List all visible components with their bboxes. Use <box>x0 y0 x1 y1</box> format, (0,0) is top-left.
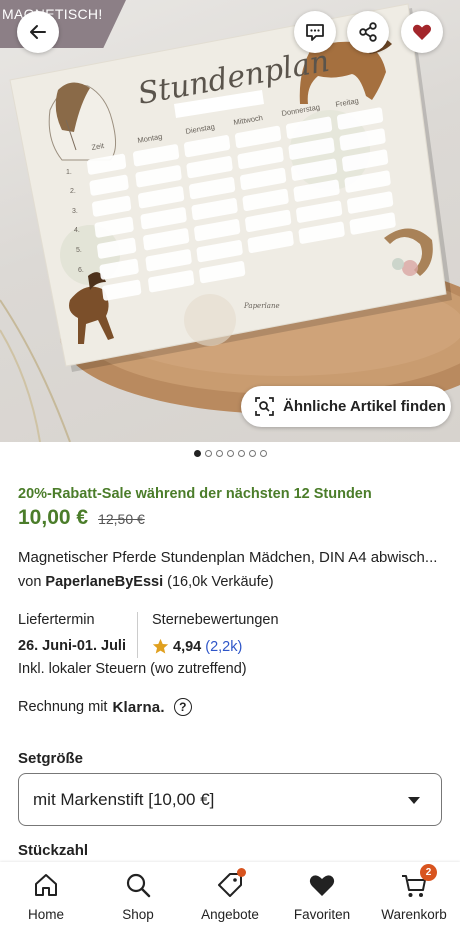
svg-text:5.: 5. <box>76 247 82 254</box>
info-divider <box>137 612 138 658</box>
message-button[interactable] <box>294 11 336 53</box>
rating-value: 4,94 <box>173 638 202 655</box>
carousel-dot[interactable] <box>237 450 245 457</box>
delivery-info: Liefertermin 26. Juni-01. Juli <box>18 612 126 654</box>
heart-icon <box>309 875 335 896</box>
nav-deals-label: Angebote <box>201 907 259 922</box>
nav-home-label: Home <box>27 907 64 922</box>
seller-link[interactable]: PaperlaneByEssi <box>45 574 163 590</box>
nav-deals[interactable]: Angebote <box>184 868 276 922</box>
svg-text:2.: 2. <box>70 188 76 195</box>
bottom-navigation: Home Shop Angebote Favoriten 2 Warenkorb <box>0 862 460 951</box>
image-carousel-dots[interactable] <box>0 450 460 457</box>
help-icon[interactable]: ? <box>173 698 192 716</box>
deals-notification-dot <box>237 868 246 877</box>
chevron-down-icon <box>408 797 420 804</box>
product-title[interactable]: Magnetischer Pferde Stundenplan Mädchen,… <box>18 549 437 566</box>
tax-note: Inkl. lokaler Steuern (wo zutreffend) <box>18 661 247 677</box>
carousel-dot[interactable] <box>215 450 223 457</box>
rating-info[interactable]: Sternebewertungen 4,94 (2,2k) <box>152 612 279 655</box>
svg-text:1.: 1. <box>66 169 72 176</box>
find-similar-label: Ähnliche Artikel finden <box>283 398 446 415</box>
visual-search-icon <box>255 397 274 416</box>
share-button[interactable] <box>347 11 389 53</box>
nav-cart[interactable]: 2 Warenkorb <box>368 864 460 922</box>
cart-count-badge: 2 <box>420 864 437 881</box>
seller-sales: (16,0k Verkäufe) <box>167 574 274 590</box>
klarna-prefix: Rechnung mit <box>18 699 108 715</box>
seller-prefix: von <box>18 574 42 590</box>
arrow-left-icon <box>30 25 46 39</box>
svg-text:Paperlane: Paperlane <box>243 302 280 310</box>
svg-text:6.: 6. <box>78 267 84 274</box>
set-size-select[interactable]: mit Markenstift [10,00 €] <box>18 773 442 826</box>
carousel-dot[interactable] <box>193 450 201 457</box>
back-button[interactable] <box>17 11 59 53</box>
carousel-dot[interactable] <box>226 450 234 457</box>
nav-cart-label: Warenkorb <box>381 907 447 922</box>
klarna-logo: Klarna. <box>112 698 165 716</box>
nav-shop-label: Shop <box>122 907 154 922</box>
home-icon <box>35 874 57 896</box>
carousel-dot[interactable] <box>204 450 212 457</box>
delivery-date: 26. Juni-01. Juli <box>18 638 126 654</box>
carousel-dot[interactable] <box>248 450 256 457</box>
sale-banner: 20%-Rabatt-Sale während der nächsten 12 … <box>18 486 372 502</box>
svg-text:3.: 3. <box>72 208 78 215</box>
klarna-row: Rechnung mit Klarna. ? <box>18 698 192 716</box>
seller-line: von PaperlaneByEssi (16,0k Verkäufe) <box>18 574 274 590</box>
product-image[interactable]: Stundenplan Zeit Montag Dienstag Mittwoc… <box>0 0 460 442</box>
search-icon <box>126 873 151 898</box>
nav-shop[interactable]: Shop <box>92 870 184 922</box>
share-icon <box>359 22 377 42</box>
price-row: 10,00 € 12,50 € <box>18 506 145 530</box>
heart-filled-icon <box>412 24 432 40</box>
star-icon <box>152 638 169 654</box>
nav-favorites[interactable]: Favoriten <box>276 870 368 922</box>
nav-favorites-label: Favoriten <box>293 907 351 922</box>
find-similar-button[interactable]: Ähnliche Artikel finden <box>241 386 451 427</box>
rating-label: Sternebewertungen <box>152 612 279 628</box>
delivery-label: Liefertermin <box>18 612 95 628</box>
set-size-label: Setgröße <box>18 750 84 767</box>
poster-scene: Stundenplan Zeit Montag Dienstag Mittwoc… <box>0 3 460 442</box>
current-price: 10,00 € <box>18 506 89 529</box>
original-price: 12,50 € <box>98 511 145 527</box>
svg-text:4.: 4. <box>74 227 80 234</box>
nav-home[interactable]: Home <box>0 870 92 922</box>
set-size-value: mit Markenstift [10,00 €] <box>33 789 215 809</box>
carousel-dot[interactable] <box>259 450 267 457</box>
favorite-button[interactable] <box>401 11 443 53</box>
message-icon <box>306 24 324 41</box>
review-count[interactable]: (2,2k) <box>205 639 242 655</box>
quantity-label: Stückzahl <box>18 842 89 859</box>
